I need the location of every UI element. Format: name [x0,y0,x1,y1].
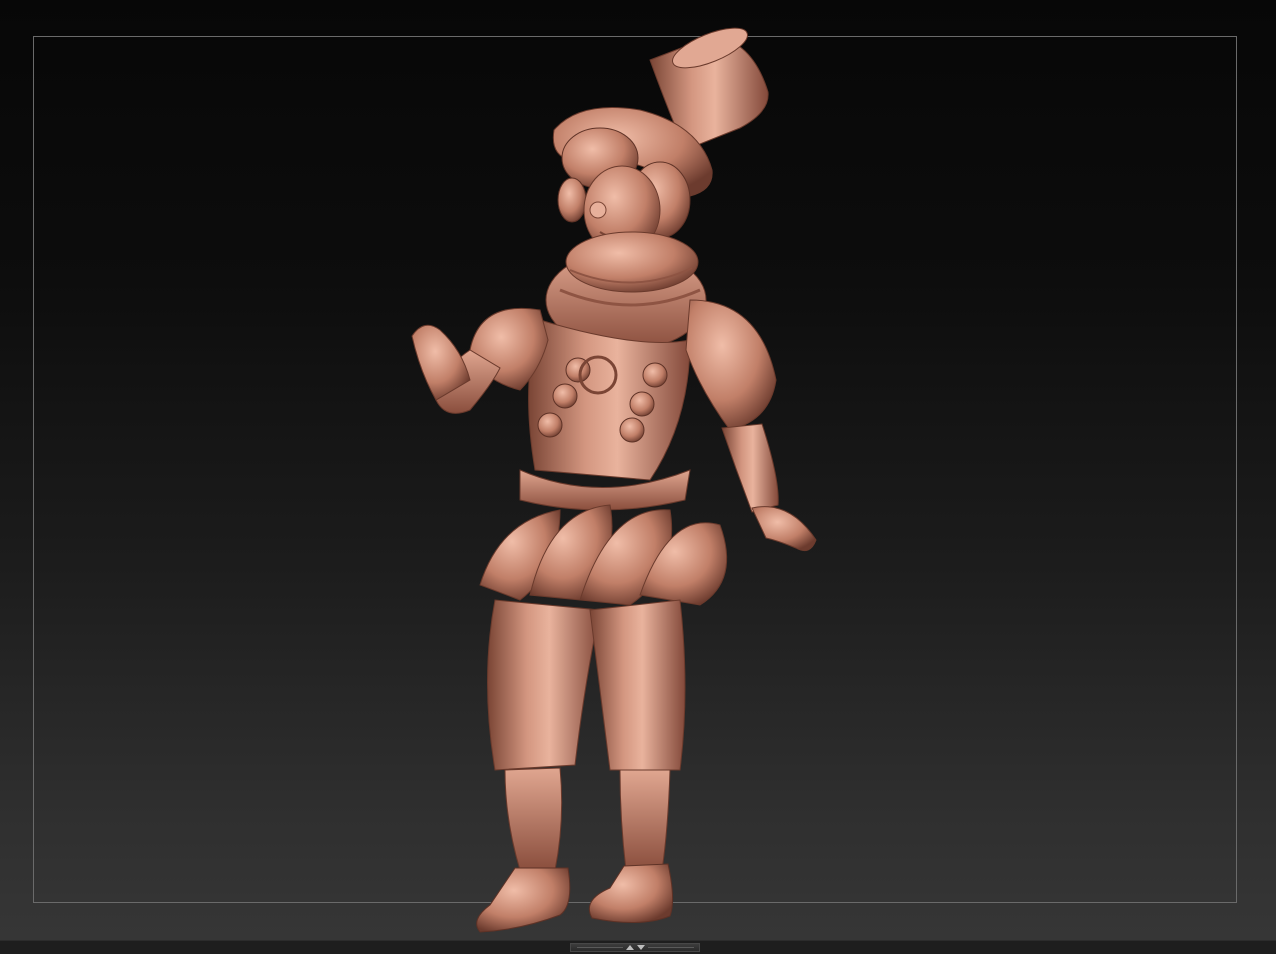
petal-skirt [479,504,728,606]
left-arm [411,307,549,414]
right-arm [685,299,817,552]
grip-lines [647,947,694,948]
arrow-up-icon [625,945,634,950]
grip-lines [576,947,623,948]
tray-toggle-handle[interactable] [570,943,700,952]
arrow-down-icon [636,945,645,950]
bottom-tray-bar [0,940,1276,954]
sculpt-model-clown[interactable] [0,0,1276,940]
shoes [476,863,674,933]
legs [487,599,686,871]
document-canvas[interactable] [0,0,1276,940]
